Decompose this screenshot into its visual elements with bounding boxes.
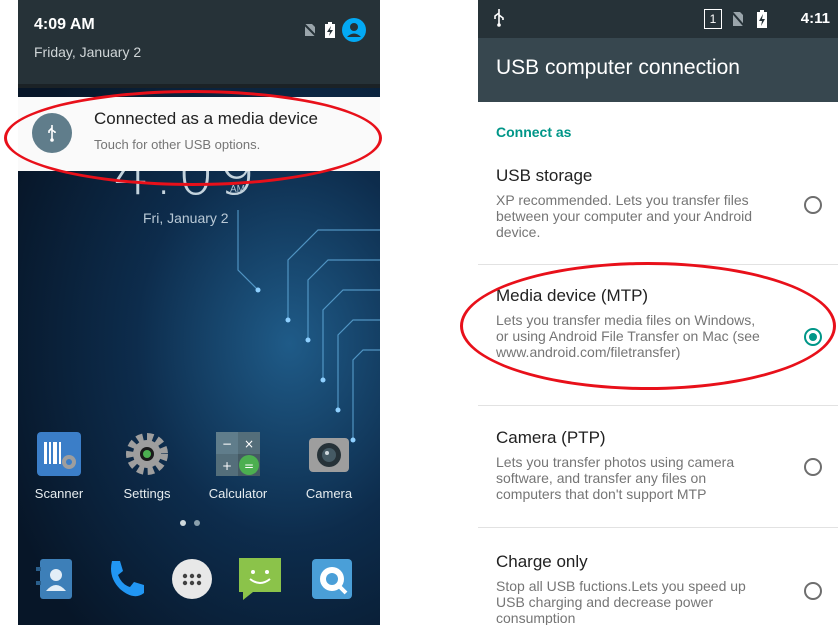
calculator-icon: − × + = [214,430,262,478]
option-usb-storage[interactable]: USB storage XP recommended. Lets you tra… [478,160,838,264]
app-drawer-icon[interactable] [168,555,216,603]
messaging-icon[interactable] [236,555,284,603]
radio-media-device-mtp[interactable] [804,328,822,346]
svg-text:−: − [222,437,232,451]
lockscreen-date: Fri, January 2 [143,210,229,226]
app-calculator[interactable]: − × + = Calculator [201,430,275,501]
app-scanner[interactable]: Scanner [22,430,96,501]
divider [478,405,838,406]
app-label: Camera [305,486,353,501]
radio-usb-storage[interactable] [804,196,822,214]
option-description: XP recommended. Lets you transfer files … [496,192,753,240]
dock [18,555,380,615]
lockscreen-ampm: AM [230,184,245,195]
wallpaper-circuit-decoration [237,210,380,443]
divider [478,527,838,528]
usb-notification-card[interactable]: Connected as a media device Touch for ot… [18,97,380,171]
left-phone-screen: 4:09 AM Fri, January 2 4:09 AM Friday, J… [18,0,380,625]
app-label: Scanner [34,486,84,501]
page-dot-active [180,520,186,526]
app-label: Calculator [208,486,268,501]
no-sim-icon [302,22,318,38]
option-title: Charge only [496,552,588,571]
option-description: Lets you transfer media files on Windows… [496,312,760,360]
option-camera-ptp[interactable]: Camera (PTP) Lets you transfer photos us… [478,422,838,526]
phone-icon[interactable] [102,555,150,603]
battery-charging-icon [325,22,335,38]
app-label: Settings [123,486,171,501]
option-title: Camera (PTP) [496,428,606,447]
settings-gear-icon [123,430,171,478]
shade-time: 4:09 AM [34,16,95,33]
app-camera[interactable]: Camera [292,430,366,501]
usb-icon [494,9,504,27]
option-media-device-mtp[interactable]: Media device (MTP) Lets you transfer med… [478,280,838,402]
option-charge-only[interactable]: Charge only Stop all USB fuctions.Lets y… [478,546,838,625]
shade-date: Friday, January 2 [34,44,142,60]
shade-divider [18,84,380,88]
option-title: Media device (MTP) [496,286,649,305]
contacts-icon[interactable] [32,555,80,603]
app-settings[interactable]: Settings [110,430,184,501]
status-bar: 1 4:11 [478,0,838,38]
sim-slot-indicator: 1 [704,9,722,29]
battery-charging-icon [757,10,767,28]
shade-status-icons [302,18,366,42]
section-header-connect-as: Connect as [496,124,572,140]
status-time: 4:11 [800,10,830,27]
radio-camera-ptp[interactable] [804,458,822,476]
notification-subtitle: Touch for other USB options. [94,137,261,152]
scanner-icon [35,430,83,478]
no-sim-icon [730,10,746,28]
page-dot [194,520,200,526]
toolbar: USB computer connection [478,38,838,102]
option-title: USB storage [496,166,593,185]
option-description: Stop all USB fuctions.Lets you speed up … [496,578,746,625]
option-description: Lets you transfer photos using camera so… [496,454,735,502]
svg-text:×: × [244,437,254,451]
svg-text:+: + [222,459,232,473]
radio-charge-only[interactable] [804,582,822,600]
svg-text:=: = [244,459,254,473]
notification-shade-header[interactable]: 4:09 AM Friday, January 2 [18,0,380,88]
page-indicator [180,520,200,526]
user-avatar-icon[interactable] [342,18,366,42]
divider [478,264,838,265]
right-phone-screen: 1 4:11 USB computer connection Connect a… [478,0,838,625]
toolbar-title: USB computer connection [496,56,740,79]
browser-icon[interactable] [308,555,356,603]
usb-icon [32,113,72,153]
notification-title: Connected as a media device [94,109,318,128]
camera-icon [305,430,353,478]
